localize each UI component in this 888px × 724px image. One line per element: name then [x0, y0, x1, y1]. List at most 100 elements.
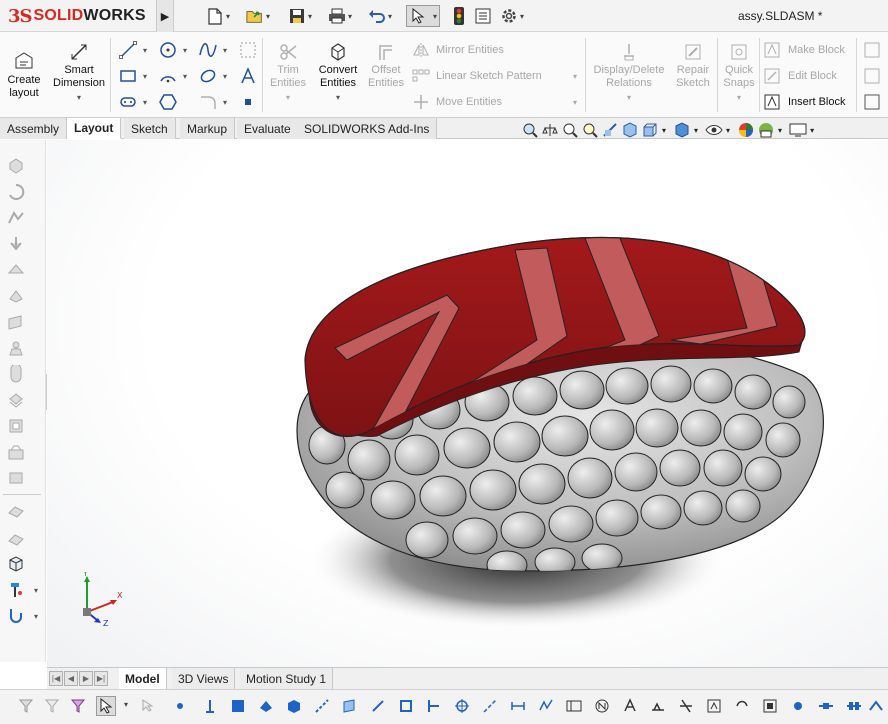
display-delete-relations-button[interactable]: Display/Delete Relations ▾	[589, 42, 669, 104]
dynamic-annotation-icon[interactable]	[620, 121, 640, 139]
move-component-icon[interactable]	[6, 234, 26, 254]
tab-layout[interactable]: Layout	[67, 118, 122, 139]
new-motion-study-icon[interactable]	[6, 338, 26, 358]
filter-axes-icon[interactable]	[312, 696, 332, 716]
filter-mate-references-icon[interactable]	[844, 696, 864, 716]
edit-appearance-icon[interactable]	[736, 121, 756, 139]
filter-surface-finish-icon[interactable]	[536, 696, 556, 716]
polygon-tool[interactable]	[158, 92, 178, 112]
select-pointer-icon[interactable]	[96, 696, 116, 716]
filter-cosmetic-threads-icon[interactable]	[732, 696, 752, 716]
zoom-to-fit-icon[interactable]	[520, 121, 540, 139]
hide-show-items-icon[interactable]	[704, 121, 724, 139]
filter-dimensions-icon[interactable]	[508, 696, 528, 716]
tab-3d-views[interactable]: 3D Views	[172, 668, 236, 689]
repair-sketch-button[interactable]: Repair Sketch	[672, 42, 714, 90]
filter-centerline-icon[interactable]	[480, 696, 500, 716]
filter-solid-bodies-icon[interactable]	[284, 696, 304, 716]
filter-icon[interactable]	[16, 696, 36, 716]
select-button[interactable]: ▾	[406, 5, 441, 27]
fillet-tool[interactable]	[198, 92, 218, 112]
apply-scene-icon[interactable]	[756, 121, 776, 139]
tab-motion-study-1[interactable]: Motion Study 1	[240, 668, 334, 689]
new-document-button[interactable]: ▾	[206, 5, 230, 27]
slot-tool[interactable]	[118, 92, 138, 112]
move-entities-button[interactable]: Move Entities	[412, 94, 502, 110]
filter-edges-icon[interactable]	[200, 696, 220, 716]
tab-sketch[interactable]: Sketch	[124, 118, 176, 139]
filter-notes-icon[interactable]	[592, 696, 612, 716]
reference-geometry-icon[interactable]	[6, 312, 26, 332]
make-block-button[interactable]: Make Block	[764, 42, 845, 58]
show-hidden-icon[interactable]	[6, 260, 26, 280]
bill-of-materials-icon[interactable]	[6, 364, 26, 384]
first-tab-button[interactable]: |◀	[49, 671, 63, 686]
linear-component-pattern-icon[interactable]	[6, 208, 26, 228]
filter-weld-symbols-icon[interactable]	[648, 696, 668, 716]
filter-blocks-icon[interactable]	[760, 696, 780, 716]
section-view-icon[interactable]	[600, 121, 620, 139]
spline-tool[interactable]	[198, 40, 218, 60]
tab-solidworks-addins[interactable]: SOLIDWORKS Add-Ins	[297, 118, 438, 139]
print-button[interactable]: ▾	[328, 5, 352, 27]
filter-routing-points-icon[interactable]	[816, 696, 836, 716]
solidworks-logo[interactable]: 3S SOLIDWORKS	[8, 4, 154, 28]
filter-center-marks-icon[interactable]	[452, 696, 472, 716]
edit-block-button[interactable]: Edit Block	[764, 68, 837, 84]
previous-tab-button[interactable]: ◀	[64, 671, 78, 686]
assembly-features-icon[interactable]	[6, 286, 26, 306]
filter-vertices-icon[interactable]	[172, 696, 192, 716]
large-assembly-icon[interactable]	[6, 554, 26, 574]
graphics-area[interactable]: Y X Z	[47, 140, 888, 667]
undo-button[interactable]: ▾	[368, 5, 392, 27]
filter-more-icon[interactable]	[866, 696, 886, 716]
block-tool-1[interactable]	[862, 40, 882, 60]
filter-faces-icon[interactable]	[228, 696, 248, 716]
filter-geometric-tolerance-icon[interactable]	[564, 696, 584, 716]
instant3d-icon[interactable]	[6, 416, 26, 436]
linear-sketch-pattern-button[interactable]: Linear Sketch Pattern	[412, 68, 542, 84]
filter-connection-points-icon[interactable]	[788, 696, 808, 716]
circle-tool[interactable]	[158, 40, 178, 60]
trim-entities-button[interactable]: Trim Entities ▾	[266, 42, 310, 104]
update-speedpak-icon[interactable]	[6, 442, 26, 462]
zoom-area-icon[interactable]	[560, 121, 580, 139]
clear-filters-icon[interactable]	[68, 696, 88, 716]
mirror-entities-button[interactable]: Mirror Entities	[412, 42, 504, 58]
file-properties-button[interactable]	[474, 5, 492, 27]
offset-entities-button[interactable]: Offset Entities	[364, 42, 408, 90]
measure-icon[interactable]	[540, 121, 560, 139]
display-style-icon[interactable]	[672, 121, 692, 139]
smart-dimension-button[interactable]: Smart Dimension ▾	[50, 42, 108, 104]
point-tool[interactable]	[238, 92, 258, 112]
filter-planes-icon[interactable]	[340, 696, 360, 716]
options-button[interactable]: ▾	[500, 5, 524, 27]
last-tab-button[interactable]: ▶|	[94, 671, 108, 686]
filter-datum-features-icon[interactable]	[676, 696, 696, 716]
view-settings-icon[interactable]	[788, 121, 808, 139]
filter-toggle-icon[interactable]	[42, 696, 62, 716]
filter-midpoints-icon[interactable]	[424, 696, 444, 716]
rectangle-tool[interactable]	[118, 66, 138, 86]
rebuild-button[interactable]	[450, 5, 468, 27]
filter-balloons-icon[interactable]	[620, 696, 640, 716]
insert-block-button[interactable]: Insert Block	[764, 94, 845, 110]
flyout-menu-button[interactable]: ▶	[156, 0, 174, 32]
create-layout-button[interactable]: Create layout	[4, 50, 44, 100]
line-tool[interactable]	[118, 40, 138, 60]
grid-snap-tool[interactable]	[238, 40, 258, 60]
ellipse-tool[interactable]	[198, 66, 218, 86]
previous-view-icon[interactable]	[580, 121, 600, 139]
rapid-sketch-icon[interactable]	[6, 528, 26, 548]
convert-entities-button[interactable]: Convert Entities ▾	[314, 42, 362, 104]
exploded-view-icon[interactable]	[6, 390, 26, 410]
tab-model[interactable]: Model	[119, 668, 167, 689]
filter-datum-targets-icon[interactable]	[704, 696, 724, 716]
filter-sketch-segments-icon[interactable]	[396, 696, 416, 716]
insert-component-icon[interactable]	[6, 156, 26, 176]
arc-tool[interactable]	[158, 66, 178, 86]
text-tool[interactable]	[238, 66, 258, 86]
block-tool-3[interactable]	[862, 92, 882, 112]
open-button[interactable]: ▾	[246, 5, 270, 27]
filter-sketch-points-icon[interactable]	[368, 696, 388, 716]
